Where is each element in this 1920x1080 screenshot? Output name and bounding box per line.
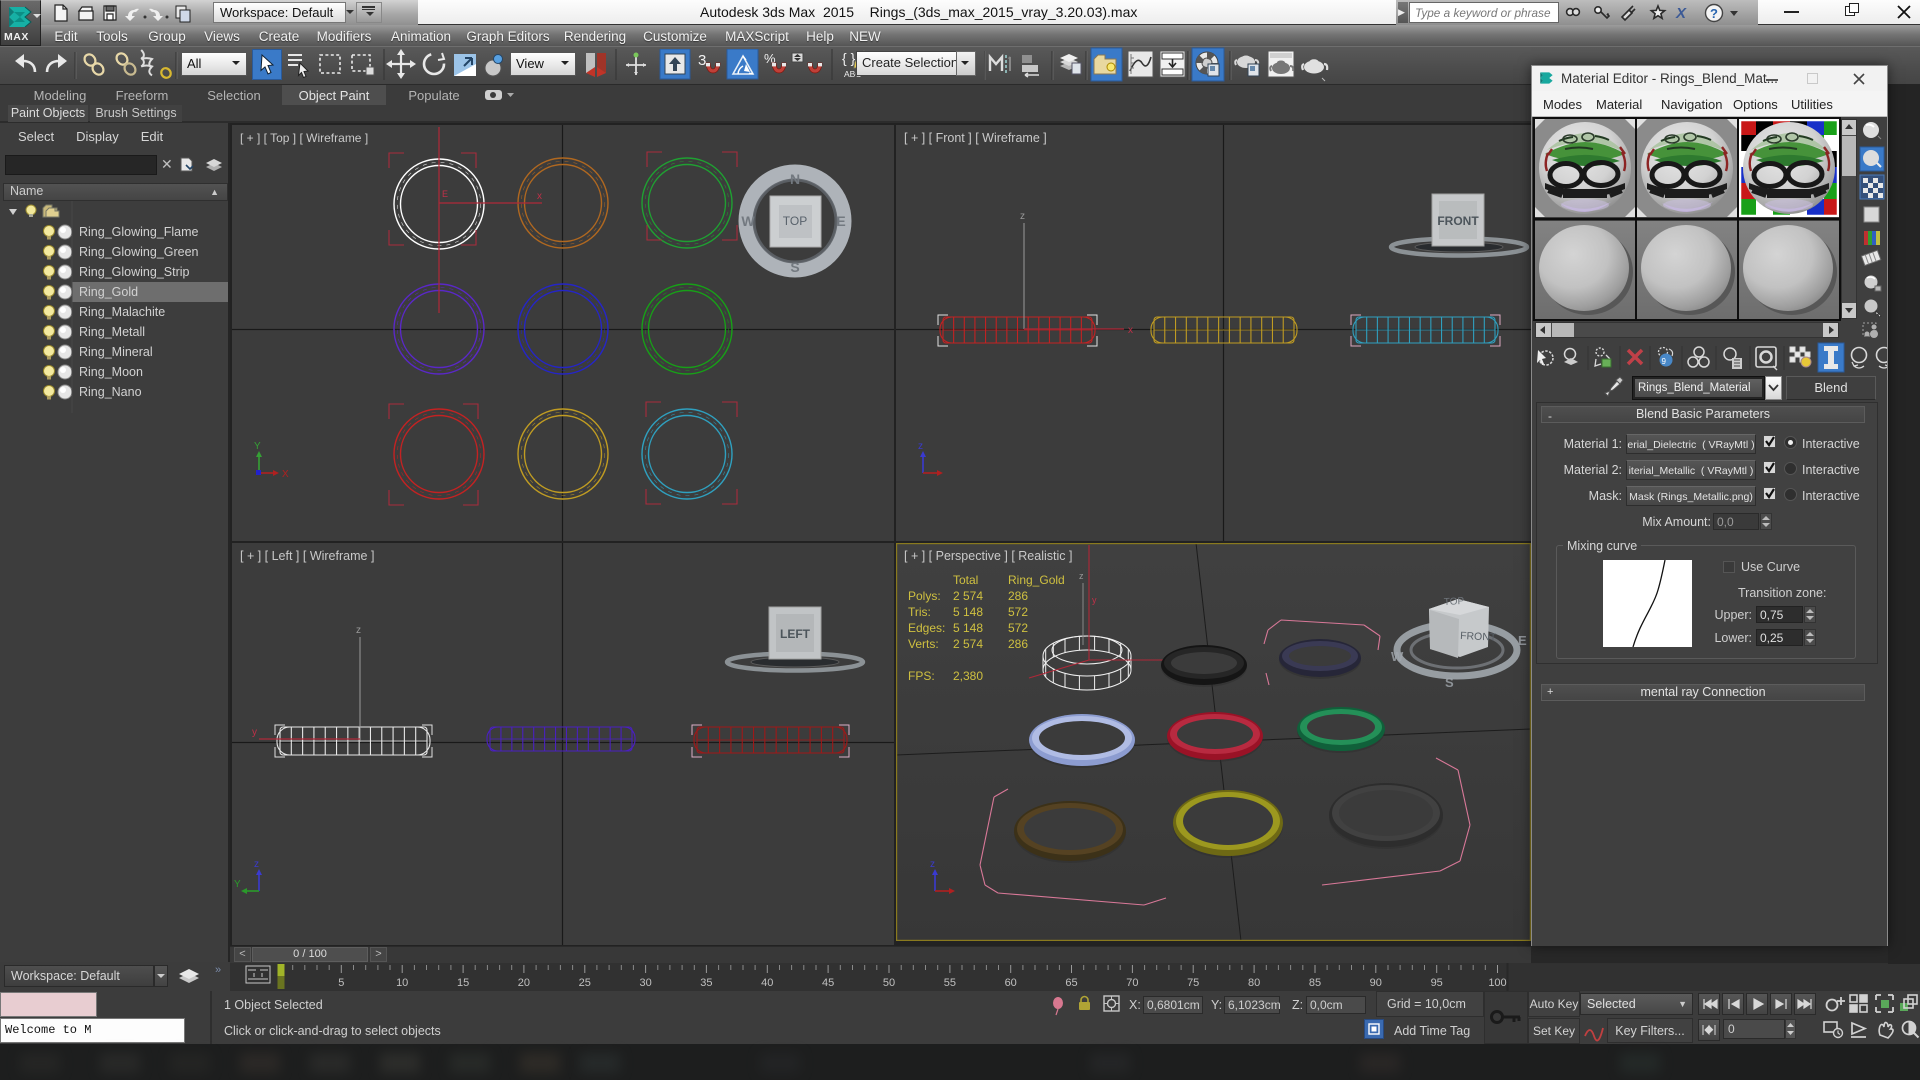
svg-text:55: 55 <box>944 977 956 989</box>
svg-text:5: 5 <box>338 977 344 989</box>
svg-text:z: z <box>918 441 923 452</box>
svg-text:[ + ] [ Top ] [ Wireframe ]: [ + ] [ Top ] [ Wireframe ] <box>240 131 368 145</box>
svg-text:572: 572 <box>1008 605 1028 619</box>
svg-text:LEFT: LEFT <box>780 627 811 641</box>
svg-text:75: 75 <box>1187 977 1199 989</box>
svg-text:Ring_Nano: Ring_Nano <box>79 385 142 399</box>
svg-text:Ring_Gold: Ring_Gold <box>1008 573 1065 587</box>
svg-text:z: z <box>1079 571 1084 581</box>
svg-text:x: x <box>1128 325 1133 336</box>
svg-text:E: E <box>836 213 845 229</box>
svg-text:35: 35 <box>700 977 712 989</box>
svg-text:Edges:: Edges: <box>908 621 945 635</box>
svg-text:E: E <box>442 189 448 199</box>
svg-text:[ + ] [ Perspective ] [ Realis: [ + ] [ Perspective ] [ Realistic ] <box>904 549 1072 563</box>
svg-text:2 574: 2 574 <box>953 637 983 651</box>
svg-text:?: ? <box>1710 6 1718 21</box>
svg-text:X: X <box>1675 5 1687 22</box>
svg-text:Y: Y <box>234 879 241 890</box>
svg-text:FRONT: FRONT <box>1437 214 1479 228</box>
svg-text:Ring_Mineral: Ring_Mineral <box>79 345 153 359</box>
svg-text:Tris:: Tris: <box>908 605 931 619</box>
svg-text:N: N <box>790 171 800 187</box>
svg-text:45: 45 <box>822 977 834 989</box>
svg-text:60: 60 <box>1005 977 1017 989</box>
svg-text:Y: Y <box>254 441 261 452</box>
svg-text:Ring_Glowing_Flame: Ring_Glowing_Flame <box>79 225 199 239</box>
svg-text:Ring_Malachite: Ring_Malachite <box>79 305 165 319</box>
svg-text:286: 286 <box>1008 589 1028 603</box>
svg-text:572: 572 <box>1008 621 1028 635</box>
svg-text:80: 80 <box>1248 977 1260 989</box>
svg-text:Verts:: Verts: <box>908 637 939 651</box>
svg-text:W: W <box>1391 649 1404 664</box>
svg-text:3: 3 <box>698 52 706 69</box>
svg-text:40: 40 <box>761 977 773 989</box>
svg-text:FPS:: FPS: <box>908 669 935 683</box>
svg-text:y: y <box>252 727 257 738</box>
svg-text:{ }: { } <box>842 50 856 66</box>
svg-text:95: 95 <box>1431 977 1443 989</box>
svg-text:10: 10 <box>396 977 408 989</box>
svg-text:TOP: TOP <box>783 214 807 228</box>
svg-text:30: 30 <box>639 977 651 989</box>
svg-text:W: W <box>741 213 755 229</box>
svg-text:FRONT: FRONT <box>1460 630 1497 644</box>
svg-text:50: 50 <box>883 977 895 989</box>
svg-text:70: 70 <box>1126 977 1138 989</box>
svg-text:5 148: 5 148 <box>953 621 983 635</box>
svg-text:y: y <box>1092 595 1097 605</box>
svg-text:E: E <box>1518 633 1527 648</box>
svg-text:Ring_Moon: Ring_Moon <box>79 365 143 379</box>
svg-text:2,380: 2,380 <box>953 669 983 683</box>
svg-text:Total: Total <box>953 573 978 587</box>
svg-text:2 574: 2 574 <box>953 589 983 603</box>
svg-text:TOP: TOP <box>1444 596 1465 608</box>
svg-text:286: 286 <box>1008 637 1028 651</box>
svg-text:25: 25 <box>579 977 591 989</box>
svg-text:Ring_Glowing_Strip: Ring_Glowing_Strip <box>79 265 190 279</box>
svg-text:65: 65 <box>1065 977 1077 989</box>
svg-text:X: X <box>282 469 289 480</box>
svg-text:z: z <box>356 625 361 636</box>
svg-text:100: 100 <box>1488 977 1506 989</box>
svg-text:Ring_Metall: Ring_Metall <box>79 325 145 339</box>
svg-text:z: z <box>930 859 935 870</box>
svg-text:20: 20 <box>518 977 530 989</box>
svg-text:Ring_Glowing_Green: Ring_Glowing_Green <box>79 245 199 259</box>
svg-text:85: 85 <box>1309 977 1321 989</box>
svg-text:5 148: 5 148 <box>953 605 983 619</box>
svg-text:[ + ] [ Front ] [ Wireframe ]: [ + ] [ Front ] [ Wireframe ] <box>904 131 1047 145</box>
svg-text:z: z <box>254 859 259 870</box>
svg-text:90: 90 <box>1370 977 1382 989</box>
svg-text:Polys:: Polys: <box>908 589 941 603</box>
svg-text:9: 9 <box>1662 357 1667 366</box>
svg-text:15: 15 <box>457 977 469 989</box>
svg-text:[ + ] [ Left ] [ Wireframe ]: [ + ] [ Left ] [ Wireframe ] <box>240 549 374 563</box>
svg-text:z: z <box>1020 211 1025 222</box>
svg-text:S: S <box>1445 675 1454 690</box>
svg-text:S: S <box>790 259 799 275</box>
svg-text:x: x <box>537 191 542 202</box>
svg-text:Ring_Gold: Ring_Gold <box>79 285 138 299</box>
